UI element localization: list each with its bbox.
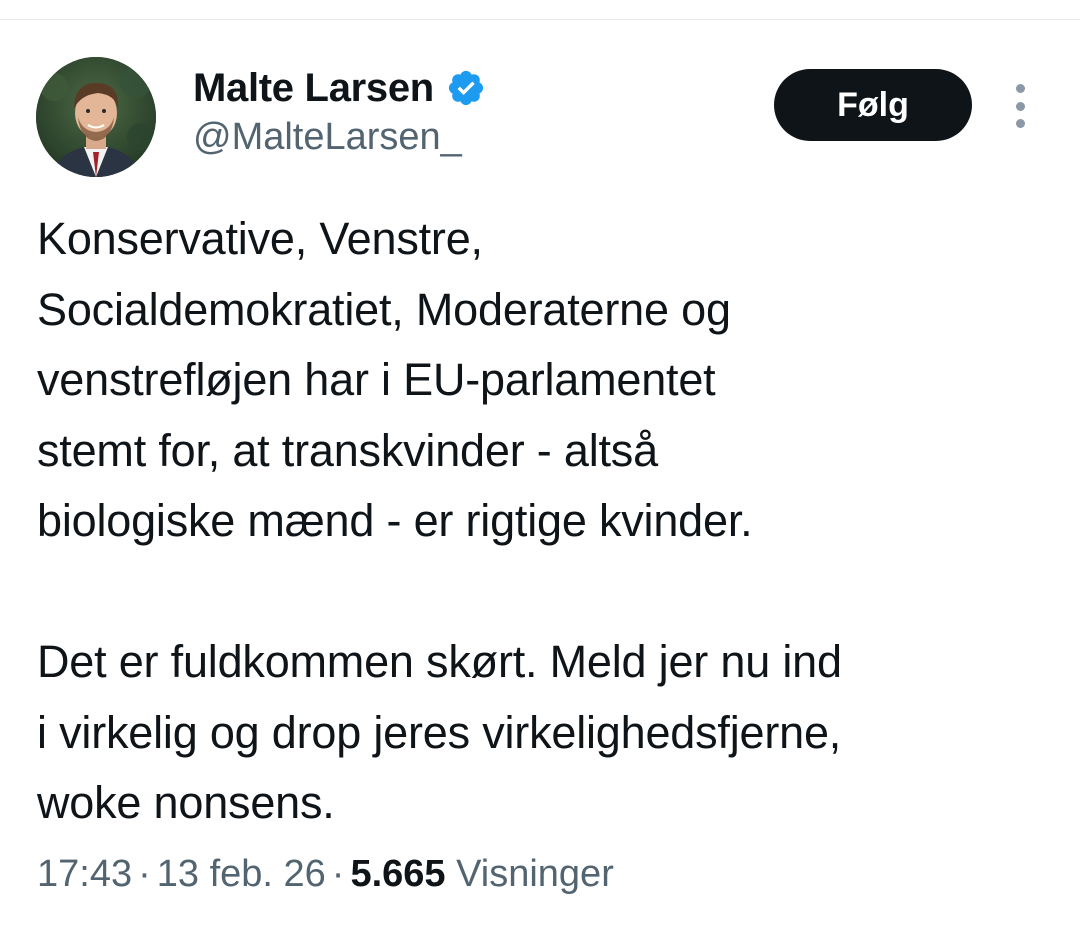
more-dot — [1015, 119, 1025, 128]
tweet-meta: 17:43 · 13 feb. 26 · 5.665 Visninger — [37, 853, 614, 896]
more-vertical-icon[interactable] — [1004, 84, 1036, 128]
views-count[interactable]: 5.665 — [350, 853, 445, 895]
views-label[interactable]: Visninger — [456, 853, 614, 895]
follow-button[interactable]: Følg — [774, 69, 972, 141]
top-divider — [0, 19, 1080, 20]
more-dot — [1015, 84, 1025, 93]
tweet-card: Malte Larsen @MalteLarsen_ Følg Konserva… — [0, 0, 1080, 935]
meta-separator: · — [331, 853, 345, 895]
tweet-text: Konservative, Venstre, Socialdemokratiet… — [37, 204, 1047, 839]
author-name-row: Malte Larsen — [193, 62, 486, 114]
verified-badge-icon[interactable] — [446, 68, 486, 108]
author-handle[interactable]: @MalteLarsen_ — [193, 116, 462, 159]
tweet-paragraph-1: Konservative, Venstre, Socialdemokratiet… — [37, 213, 753, 546]
tweet-paragraph-2: Det er fuldkommen skørt. Meld jer nu ind… — [37, 636, 842, 828]
more-dot — [1015, 101, 1025, 111]
tweet-time[interactable]: 17:43 — [37, 853, 132, 895]
tweet-date[interactable]: 13 feb. 26 — [157, 853, 326, 895]
display-name[interactable]: Malte Larsen — [193, 66, 434, 111]
meta-separator: · — [138, 853, 151, 895]
avatar[interactable] — [36, 57, 156, 177]
